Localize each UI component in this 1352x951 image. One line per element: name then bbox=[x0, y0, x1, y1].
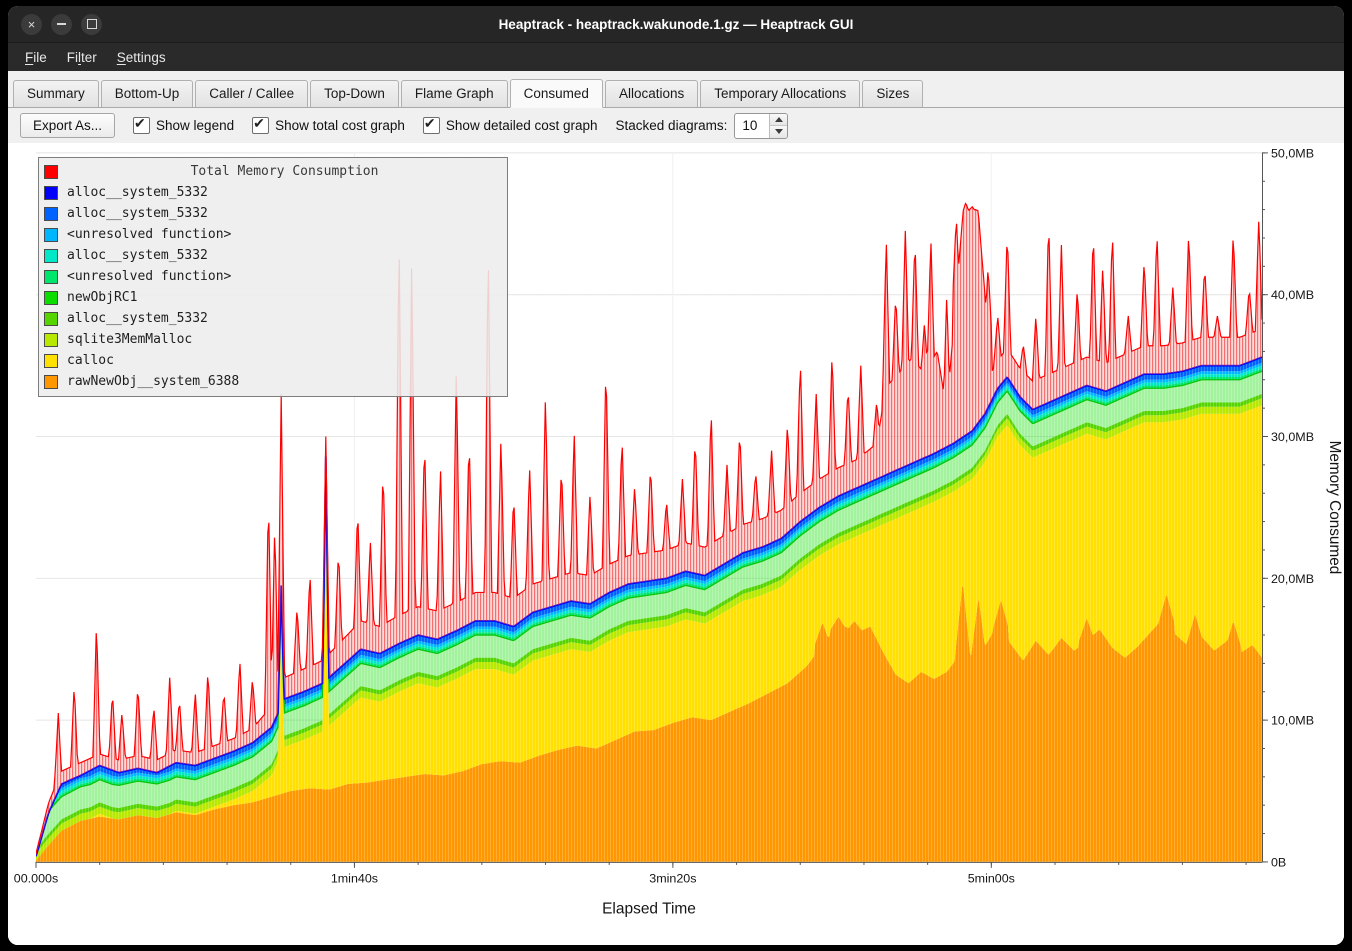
legend-entry-label: <unresolved function> bbox=[67, 227, 231, 242]
main-content: SummaryBottom-UpCaller / CalleeTop-DownF… bbox=[8, 71, 1344, 945]
menu-file[interactable]: File bbox=[16, 46, 56, 69]
y-axis-title: Memory Consumed bbox=[1326, 441, 1343, 575]
legend-swatch bbox=[44, 249, 58, 263]
x-axis-title: Elapsed Time bbox=[602, 900, 696, 917]
legend-entry: rawNewObj__system_6388 bbox=[39, 371, 507, 392]
svg-text:30,0MB: 30,0MB bbox=[1271, 430, 1314, 444]
legend-entry: calloc bbox=[39, 350, 507, 371]
legend-entry: alloc__system_5332 bbox=[39, 308, 507, 329]
chevron-down-icon bbox=[775, 129, 783, 134]
spinbox-buttons bbox=[769, 114, 787, 138]
check-icon: ✔ bbox=[424, 115, 436, 132]
minimize-button[interactable] bbox=[51, 14, 72, 35]
legend-entry-label: alloc__system_5332 bbox=[67, 206, 208, 221]
checkbox-box: ✔ bbox=[133, 117, 150, 134]
legend-entry-label: calloc bbox=[67, 353, 114, 368]
checkbox-box: ✔ bbox=[423, 117, 440, 134]
stacked-diagrams-group: Stacked diagrams: 10 bbox=[616, 113, 789, 139]
svg-text:00.000s: 00.000s bbox=[14, 872, 58, 886]
chart-area: 00.000s 1min40s 3min20s 5min00s 0B 10,0MB 20,0… bbox=[8, 143, 1344, 945]
checkbox-label: Show total cost graph bbox=[275, 118, 405, 133]
legend-entry-label: rawNewObj__system_6388 bbox=[67, 374, 239, 389]
checkbox-show-total-cost-graph[interactable]: ✔ Show total cost graph bbox=[252, 117, 405, 134]
toolbar: Export As... ✔ Show legend ✔ Show total cos… bbox=[8, 108, 1344, 143]
legend-entry-label: alloc__system_5332 bbox=[67, 248, 208, 263]
stacked-diagrams-label: Stacked diagrams: bbox=[616, 118, 728, 133]
tab-caller-callee[interactable]: Caller / Callee bbox=[195, 80, 308, 107]
legend-swatch bbox=[44, 312, 58, 326]
checkbox-group: ✔ Show legend ✔ Show total cost graph ✔ Show … bbox=[133, 117, 598, 134]
svg-text:1min40s: 1min40s bbox=[331, 872, 378, 886]
svg-text:3min20s: 3min20s bbox=[649, 872, 696, 886]
svg-text:10,0MB: 10,0MB bbox=[1271, 714, 1314, 728]
export-as-button[interactable]: Export As... bbox=[20, 113, 115, 138]
legend-entry: alloc__system_5332 bbox=[39, 203, 507, 224]
menu-bar: FileFilterSettings bbox=[8, 42, 1344, 71]
tab-sizes[interactable]: Sizes bbox=[862, 80, 923, 107]
legend-swatch bbox=[44, 228, 58, 242]
chevron-up-icon bbox=[775, 117, 783, 122]
legend-swatch bbox=[44, 207, 58, 221]
tab-bottom-up[interactable]: Bottom-Up bbox=[101, 80, 194, 107]
legend-entry: alloc__system_5332 bbox=[39, 182, 507, 203]
tab-flame-graph[interactable]: Flame Graph bbox=[401, 80, 508, 107]
svg-text:50,0MB: 50,0MB bbox=[1271, 146, 1314, 160]
legend-entry: <unresolved function> bbox=[39, 224, 507, 245]
legend-entry-label: newObjRC1 bbox=[67, 290, 137, 305]
legend-swatch bbox=[44, 354, 58, 368]
checkbox-label: Show detailed cost graph bbox=[446, 118, 598, 133]
svg-text:20,0MB: 20,0MB bbox=[1271, 572, 1314, 586]
checkbox-label: Show legend bbox=[156, 118, 234, 133]
check-icon: ✔ bbox=[253, 115, 265, 132]
svg-text:0B: 0B bbox=[1271, 855, 1286, 869]
app-window: × Heaptrack - heaptrack.wakunode.1.gz — … bbox=[8, 6, 1344, 945]
legend-title: Total Memory Consumption bbox=[67, 164, 502, 179]
close-button[interactable]: × bbox=[21, 14, 42, 35]
spinbox-value: 10 bbox=[735, 114, 769, 138]
legend-swatch bbox=[44, 375, 58, 389]
close-icon: × bbox=[28, 17, 36, 32]
legend-entry-label: alloc__system_5332 bbox=[67, 311, 208, 326]
checkbox-show-detailed-cost-graph[interactable]: ✔ Show detailed cost graph bbox=[423, 117, 598, 134]
legend-swatch bbox=[44, 186, 58, 200]
svg-text:5min00s: 5min00s bbox=[968, 872, 1015, 886]
chart-legend: Total Memory Consumption alloc__system_53… bbox=[38, 157, 508, 397]
window-controls: × bbox=[21, 14, 102, 35]
legend-entry-label: alloc__system_5332 bbox=[67, 185, 208, 200]
spinbox-down-button[interactable] bbox=[770, 126, 787, 138]
menu-filter[interactable]: Filter bbox=[58, 46, 106, 69]
legend-entry-label: <unresolved function> bbox=[67, 269, 231, 284]
maximize-button[interactable] bbox=[81, 14, 102, 35]
tab-bar: SummaryBottom-UpCaller / CalleeTop-DownF… bbox=[8, 71, 1344, 108]
minimize-icon bbox=[57, 23, 66, 25]
tab-summary[interactable]: Summary bbox=[13, 80, 99, 107]
legend-entry: newObjRC1 bbox=[39, 287, 507, 308]
menu-settings[interactable]: Settings bbox=[108, 46, 175, 69]
spinbox-up-button[interactable] bbox=[770, 114, 787, 127]
legend-title-row: Total Memory Consumption bbox=[39, 161, 507, 182]
legend-entry-label: sqlite3MemMalloc bbox=[67, 332, 192, 347]
legend-swatch bbox=[44, 270, 58, 284]
legend-swatch bbox=[44, 333, 58, 347]
legend-swatch bbox=[44, 165, 58, 179]
checkbox-box: ✔ bbox=[252, 117, 269, 134]
check-icon: ✔ bbox=[134, 115, 146, 132]
tab-temporary-allocations[interactable]: Temporary Allocations bbox=[700, 80, 860, 107]
legend-entry: sqlite3MemMalloc bbox=[39, 329, 507, 350]
tab-top-down[interactable]: Top-Down bbox=[310, 80, 399, 107]
window-title: Heaptrack - heaptrack.wakunode.1.gz — He… bbox=[8, 17, 1344, 32]
legend-entry: alloc__system_5332 bbox=[39, 245, 507, 266]
maximize-icon bbox=[87, 19, 97, 29]
stacked-diagrams-spinbox[interactable]: 10 bbox=[734, 113, 788, 139]
legend-swatch bbox=[44, 291, 58, 305]
tab-allocations[interactable]: Allocations bbox=[605, 80, 698, 107]
titlebar: × Heaptrack - heaptrack.wakunode.1.gz — … bbox=[8, 6, 1344, 42]
svg-text:40,0MB: 40,0MB bbox=[1271, 288, 1314, 302]
legend-entry: <unresolved function> bbox=[39, 266, 507, 287]
tab-consumed[interactable]: Consumed bbox=[510, 79, 603, 108]
checkbox-show-legend[interactable]: ✔ Show legend bbox=[133, 117, 234, 134]
